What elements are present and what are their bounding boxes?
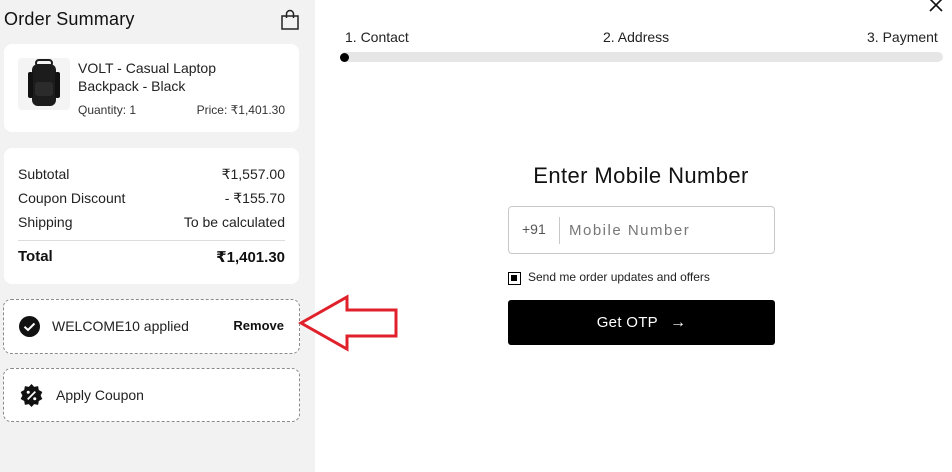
percent-badge-icon [20, 384, 43, 407]
step-payment: 3. Payment [867, 29, 938, 45]
arrow-right-icon: → [669, 313, 687, 331]
mobile-number-input[interactable] [569, 217, 764, 243]
apply-coupon-button[interactable]: Apply Coupon [3, 368, 300, 422]
applied-coupon-text: WELCOME10 applied [52, 318, 189, 334]
annotation-arrow-icon [298, 294, 398, 352]
get-otp-button[interactable]: Get OTP → [508, 300, 775, 345]
check-circle-icon [19, 316, 40, 337]
apply-coupon-label: Apply Coupon [56, 387, 144, 403]
step-contact: 1. Contact [345, 29, 409, 45]
subtotal-label: Subtotal [18, 166, 70, 182]
mobile-input-group: +91 [508, 206, 775, 254]
progress-track [340, 52, 943, 62]
discount-value: - ₹155.70 [224, 190, 285, 206]
subtotal-row: Subtotal ₹1,557.00 [18, 166, 285, 183]
consent-checkbox[interactable] [508, 272, 521, 285]
applied-coupon-box: WELCOME10 applied Remove [3, 299, 300, 354]
order-summary-panel: Order Summary VOLT - Casual Laptop Backp… [0, 0, 315, 472]
shipping-label: Shipping [18, 214, 73, 230]
consent-row: Send me order updates and offers [508, 269, 710, 285]
progress-indicator [340, 53, 349, 62]
discount-row: Coupon Discount - ₹155.70 [18, 190, 285, 207]
order-summary-title: Order Summary [4, 9, 135, 29]
product-price: Price: ₹1,401.30 [196, 103, 285, 117]
consent-label: Send me order updates and offers [528, 270, 710, 284]
totals-card: Subtotal ₹1,557.00 Coupon Discount - ₹15… [4, 148, 299, 284]
input-separator [559, 217, 560, 244]
get-otp-label: Get OTP [596, 314, 658, 331]
discount-label: Coupon Discount [18, 190, 126, 206]
product-name: VOLT - Casual Laptop Backpack - Black [78, 60, 217, 94]
country-code: +91 [522, 221, 546, 237]
mobile-heading: Enter Mobile Number [533, 163, 749, 188]
shopping-bag-icon [281, 9, 299, 30]
remove-coupon-button[interactable]: Remove [233, 318, 284, 333]
total-value: ₹1,401.30 [216, 249, 285, 266]
close-icon[interactable] [929, 0, 943, 12]
totals-divider [18, 240, 285, 241]
shipping-value: To be calculated [183, 214, 285, 230]
total-row: Total ₹1,401.30 [18, 248, 285, 266]
shipping-row: Shipping To be calculated [18, 214, 285, 230]
step-address: 2. Address [603, 29, 670, 45]
product-image [18, 58, 70, 110]
subtotal-value: ₹1,557.00 [221, 166, 285, 182]
product-quantity: Quantity: 1 [78, 103, 137, 117]
product-card: VOLT - Casual Laptop Backpack - Black Qu… [4, 44, 299, 132]
total-label: Total [18, 248, 53, 265]
